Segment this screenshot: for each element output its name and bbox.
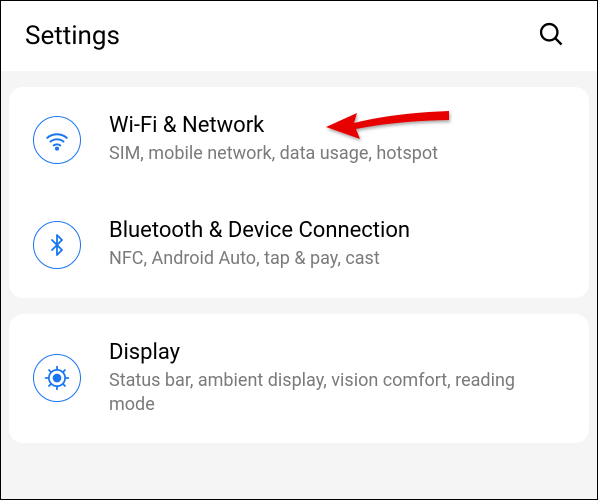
setting-subtitle: Status bar, ambient display, vision comf… xyxy=(109,369,565,418)
setting-item-wifi-network[interactable]: Wi-Fi & Network SIM, mobile network, dat… xyxy=(9,87,589,192)
settings-card-display: Display Status bar, ambient display, vis… xyxy=(9,314,589,444)
setting-text: Display Status bar, ambient display, vis… xyxy=(109,340,565,418)
settings-card-network: Wi-Fi & Network SIM, mobile network, dat… xyxy=(9,87,589,298)
bluetooth-icon xyxy=(33,221,81,269)
setting-title: Display xyxy=(109,340,565,365)
setting-subtitle: NFC, Android Auto, tap & pay, cast xyxy=(109,247,565,271)
setting-item-bluetooth[interactable]: Bluetooth & Device Connection NFC, Andro… xyxy=(9,192,589,297)
setting-subtitle: SIM, mobile network, data usage, hotspot xyxy=(109,142,565,166)
page-title: Settings xyxy=(25,21,120,51)
header: Settings xyxy=(1,1,597,71)
search-button[interactable] xyxy=(529,12,573,60)
setting-title: Wi-Fi & Network xyxy=(109,113,565,138)
display-icon xyxy=(33,354,81,402)
setting-text: Wi-Fi & Network SIM, mobile network, dat… xyxy=(109,113,565,166)
wifi-icon xyxy=(33,116,81,164)
setting-text: Bluetooth & Device Connection NFC, Andro… xyxy=(109,218,565,271)
setting-item-display[interactable]: Display Status bar, ambient display, vis… xyxy=(9,314,589,444)
search-icon xyxy=(537,20,565,52)
setting-title: Bluetooth & Device Connection xyxy=(109,218,565,243)
settings-content: Wi-Fi & Network SIM, mobile network, dat… xyxy=(1,71,597,499)
